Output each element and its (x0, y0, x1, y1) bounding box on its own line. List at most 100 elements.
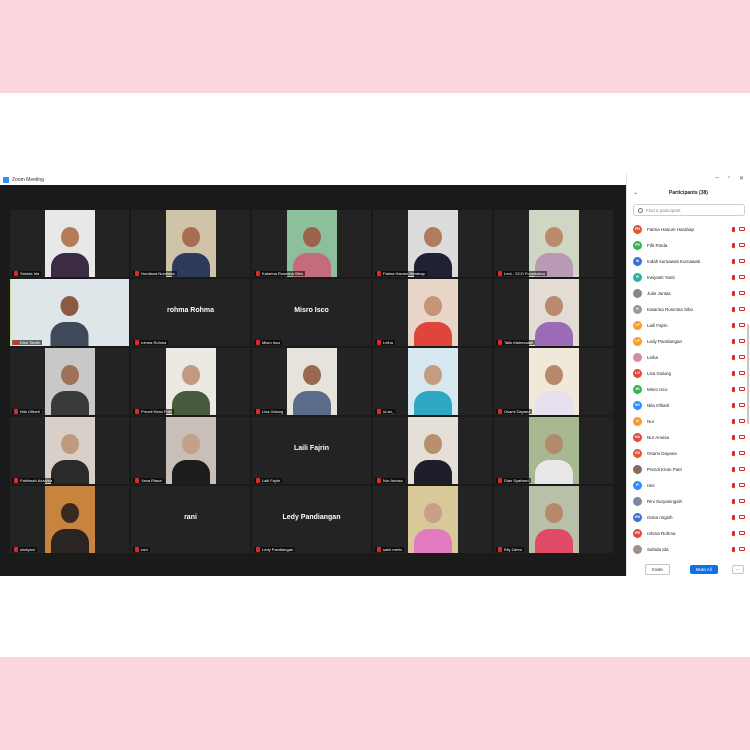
video-off-icon[interactable] (739, 547, 745, 551)
muted-mic-icon[interactable] (732, 402, 735, 408)
video-off-icon[interactable] (739, 307, 745, 311)
muted-mic-icon[interactable] (732, 434, 735, 440)
person-face (181, 364, 200, 385)
video-tile[interactable]: Lisa Galung (252, 348, 371, 415)
video-off-icon[interactable] (739, 483, 745, 487)
participant-row[interactable]: K Katarina Rosmina Sibo (633, 301, 745, 317)
video-tile[interactable]: Dian Syafwari (494, 417, 613, 484)
video-tile[interactable]: Laili Fajrin Laili Fajrin (252, 417, 371, 484)
muted-mic-icon[interactable] (732, 498, 735, 504)
participant-row[interactable]: Rini Suryaningsih (633, 493, 745, 509)
video-tile[interactable]: sindyani (10, 486, 129, 553)
video-tile[interactable]: Yana Riana (131, 417, 250, 484)
participant-row[interactable]: Julie Juntas (633, 285, 745, 301)
video-tile[interactable]: Sahida Ida (10, 210, 129, 277)
video-tile[interactable]: Nurdiana Nurdiana (131, 210, 250, 277)
muted-mic-icon[interactable] (732, 258, 735, 264)
video-off-icon[interactable] (739, 515, 745, 519)
mute-all-button[interactable]: Mute All (689, 564, 718, 574)
video-tile[interactable]: rohma Rohma rohma Rohma (131, 279, 250, 346)
video-off-icon[interactable] (739, 403, 745, 407)
muted-mic-icon[interactable] (732, 386, 735, 392)
video-tile[interactable]: Dion Taufik (10, 279, 129, 346)
video-tile[interactable]: Fathimah Azzahra (10, 417, 129, 484)
video-off-icon[interactable] (739, 355, 745, 359)
video-tile[interactable]: uLan_ (373, 348, 492, 415)
participant-row[interactable]: Sahida Ida (633, 541, 745, 557)
participant-row[interactable]: MI Misro Isco (633, 381, 745, 397)
muted-mic-icon[interactable] (732, 338, 735, 344)
participant-list-name: Prezdi Kiran Putri (647, 466, 683, 472)
video-tile[interactable]: Leiha (373, 279, 492, 346)
video-off-icon[interactable] (739, 291, 745, 295)
video-tile[interactable]: saini merix (373, 486, 492, 553)
video-tile[interactable]: Tatik Mahmudah (494, 279, 613, 346)
participant-row[interactable]: IK Indah kurnawati Kurnawati (633, 253, 745, 269)
video-off-icon[interactable] (739, 243, 745, 247)
participant-row[interactable]: Leiha (633, 349, 745, 365)
video-tile[interactable]: Prezdi Kiran Putri (131, 348, 250, 415)
muted-mic-icon[interactable] (732, 290, 735, 296)
participant-row[interactable]: NA Nur Annisa (633, 429, 745, 445)
participant-row[interactable]: OD Osami Dayana (633, 445, 745, 461)
more-options-button[interactable]: ··· (731, 564, 744, 574)
muted-mic-icon[interactable] (732, 418, 735, 424)
scrollbar[interactable] (747, 324, 749, 424)
participant-search-input[interactable]: Find a participant (633, 204, 745, 216)
muted-mic-icon[interactable] (732, 306, 735, 312)
video-tile[interactable]: Nur Annisa (373, 417, 492, 484)
video-off-icon[interactable] (739, 467, 745, 471)
minimize-icon[interactable]: – (715, 175, 718, 182)
video-tile[interactable]: Elly Zahro (494, 486, 613, 553)
muted-mic-icon[interactable] (732, 546, 735, 552)
invite-button[interactable]: Invite (645, 563, 670, 575)
video-off-icon[interactable] (739, 227, 745, 231)
participant-row[interactable]: LF Laili Fajrin (633, 317, 745, 333)
participant-row[interactable]: LP Ledy Pandiangan (633, 333, 745, 349)
video-off-icon[interactable] (739, 531, 745, 535)
video-off-icon[interactable] (739, 275, 745, 279)
video-off-icon[interactable] (739, 435, 745, 439)
muted-mic-icon[interactable] (732, 354, 735, 360)
participant-row[interactable]: LG Lisa Galung (633, 365, 745, 381)
video-tile[interactable]: Katarina Rosmina Sibo (252, 210, 371, 277)
muted-mic-icon[interactable] (732, 226, 735, 232)
participant-row[interactable]: FR Fifit Rinda (633, 237, 745, 253)
close-icon[interactable]: ✕ (739, 175, 744, 182)
video-tile[interactable]: Misro Isco Misro Isco (252, 279, 371, 346)
participant-list-name: Nila Oftiarti (647, 402, 670, 408)
video-off-icon[interactable] (739, 451, 745, 455)
participant-row[interactable]: RN risma nngsih (633, 509, 745, 525)
video-off-icon[interactable] (739, 419, 745, 423)
video-off-icon[interactable] (739, 499, 745, 503)
muted-mic-icon[interactable] (732, 370, 735, 376)
video-tile[interactable]: Nila Oftiarti (10, 348, 129, 415)
participant-row[interactable]: N Nur (633, 413, 745, 429)
video-tile[interactable]: Fatma Hanum Harahap (373, 210, 492, 277)
muted-mic-icon[interactable] (732, 530, 735, 536)
muted-mic-icon[interactable] (732, 482, 735, 488)
video-off-icon[interactable] (739, 259, 745, 263)
video-off-icon[interactable] (739, 339, 745, 343)
video-tile[interactable]: Osami Dayana (494, 348, 613, 415)
participant-row[interactable]: FH Fatma Hanum Harahap (633, 221, 745, 237)
muted-mic-icon[interactable] (732, 274, 735, 280)
video-tile[interactable]: Ledy Pandiangan Ledy Pandiangan (252, 486, 371, 553)
participant-row[interactable]: NO Nila Oftiarti (633, 397, 745, 413)
participant-row[interactable]: Prezdi Kiran Putri (633, 461, 745, 477)
video-tile[interactable]: Leni - SCO Foundation (494, 210, 613, 277)
participant-row[interactable]: Rrani (633, 477, 745, 493)
video-off-icon[interactable] (739, 371, 745, 375)
muted-mic-icon[interactable] (732, 450, 735, 456)
video-off-icon[interactable] (739, 323, 745, 327)
video-off-icon[interactable] (739, 387, 745, 391)
muted-mic-icon[interactable] (732, 242, 735, 248)
muted-mic-icon[interactable] (732, 514, 735, 520)
muted-mic-icon[interactable] (732, 322, 735, 328)
video-tile[interactable]: rani rani (131, 486, 250, 553)
muted-mic-icon (135, 547, 139, 552)
participant-row[interactable]: RR rohma Rohma (633, 525, 745, 541)
restore-icon[interactable]: ▫ (728, 175, 730, 182)
muted-mic-icon[interactable] (732, 466, 735, 472)
participant-row[interactable]: IY Irwiyanti Yanti (633, 269, 745, 285)
